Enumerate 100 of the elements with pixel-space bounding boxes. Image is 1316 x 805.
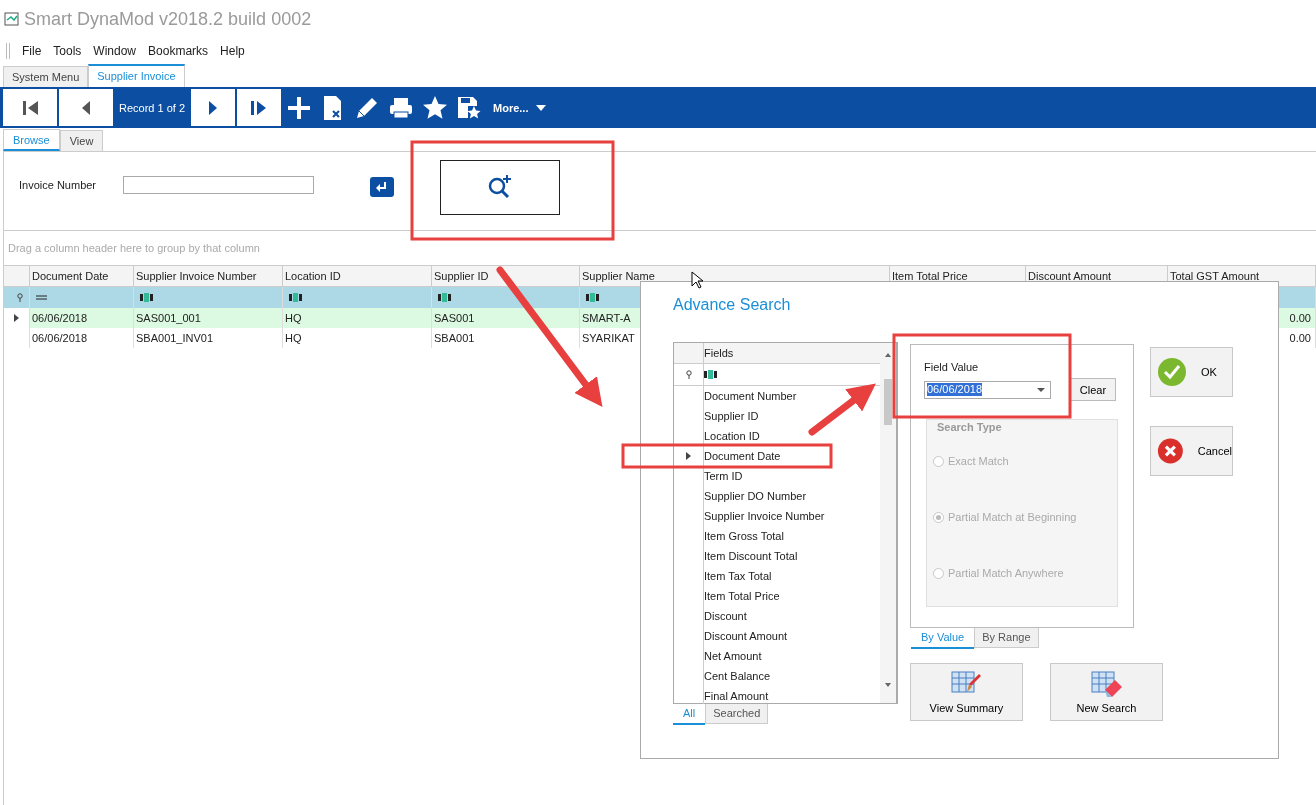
field-row[interactable]: Cent Balance xyxy=(674,666,880,686)
field-row[interactable]: Net Amount xyxy=(674,646,880,666)
table-cell-text: 06/06/2018 xyxy=(32,311,88,326)
field-name: Net Amount xyxy=(704,650,762,662)
field-value-dropdown[interactable]: 06/06/2018 xyxy=(924,380,1051,399)
document-tab[interactable]: System Menu xyxy=(3,66,89,87)
clear-button[interactable]: Clear xyxy=(1070,378,1116,401)
field-row[interactable]: Item Tax Total xyxy=(674,566,880,586)
field-row[interactable]: Location ID xyxy=(674,426,880,446)
field-name: Item Tax Total xyxy=(704,570,772,582)
document-tab[interactable]: Supplier Invoice xyxy=(88,64,185,87)
field-name: Cent Balance xyxy=(704,670,771,682)
window-title: Smart DynaMod v2018.2 build 0002 xyxy=(24,8,312,30)
column-header[interactable]: Location ID xyxy=(283,266,432,286)
radio-label: Partial Match at Beginning xyxy=(948,511,1077,523)
table-cell-text: SAS001_001 xyxy=(136,311,201,326)
app-icon xyxy=(4,11,20,27)
menu-item[interactable]: Help xyxy=(214,44,251,58)
column-header[interactable]: Document Date xyxy=(30,266,134,286)
first-record-button[interactable] xyxy=(3,89,57,126)
text-filter-icon xyxy=(586,293,600,302)
field-name: Supplier ID xyxy=(704,410,759,422)
field-name: Term ID xyxy=(704,470,743,482)
field-name: Supplier DO Number xyxy=(704,490,807,502)
field-name: Discount Amount xyxy=(704,630,788,642)
row-indicator-icon xyxy=(14,314,19,322)
field-row[interactable]: Item Gross Total xyxy=(674,526,880,546)
scrollbar-drawing[interactable] xyxy=(880,343,896,703)
field-name: Document Date xyxy=(704,450,781,462)
record-label: Record 1 of 2 xyxy=(117,101,186,114)
table-cell-text: SBA001_INV01 xyxy=(136,331,214,346)
table-cell-text: SMART-A xyxy=(582,311,631,326)
enter-icon xyxy=(375,181,389,193)
menu-item[interactable]: Window xyxy=(87,44,143,58)
table-cell-text: 0.00 xyxy=(1289,311,1311,326)
invoice-number-field[interactable] xyxy=(123,176,314,194)
text-filter-icon xyxy=(438,293,452,302)
group-label: Search Type xyxy=(936,421,1003,435)
field-row[interactable]: Term ID xyxy=(674,466,880,486)
text-filter-icon xyxy=(704,369,718,379)
mode-tab[interactable]: By Range xyxy=(974,628,1039,648)
table-cell-text: SBA001 xyxy=(434,331,475,346)
dialog-title: Advance Search xyxy=(673,295,792,315)
save-star-icon xyxy=(456,94,482,121)
field-name: Supplier Invoice Number xyxy=(704,510,825,522)
table-eraser-icon xyxy=(1090,670,1123,700)
field-name: Document Number xyxy=(704,390,797,402)
field-row[interactable]: Item Discount Total xyxy=(674,546,880,566)
more-button[interactable]: More... xyxy=(487,101,553,114)
field-row[interactable]: Supplier ID xyxy=(674,406,880,426)
column-header: Fields xyxy=(704,347,734,359)
search-plus-icon xyxy=(486,173,514,201)
table-cell-text: SAS001 xyxy=(434,311,475,326)
field-name: Item Total Price xyxy=(704,590,780,602)
new-search-button[interactable]: New Search xyxy=(1050,663,1163,721)
list-tab[interactable]: All xyxy=(673,704,706,725)
field-row[interactable]: Discount Amount xyxy=(674,626,880,646)
menu-item[interactable]: Bookmarks xyxy=(142,44,215,58)
cancel-button[interactable]: Cancel xyxy=(1150,426,1233,476)
previous-record-button[interactable] xyxy=(59,89,113,126)
table-cell-text: 0.00 xyxy=(1289,331,1311,346)
field-row[interactable]: Document Number xyxy=(674,386,880,406)
field-name: Item Discount Total xyxy=(704,550,798,562)
close-circle-icon xyxy=(1157,436,1184,466)
radio-label: Exact Match xyxy=(948,455,1009,467)
column-header[interactable]: Supplier ID xyxy=(432,266,580,286)
list-tab[interactable]: Searched xyxy=(705,704,769,724)
add-icon xyxy=(286,94,312,121)
column-header[interactable]: Supplier Invoice Number xyxy=(134,266,283,286)
menu-item[interactable]: File xyxy=(16,44,48,58)
view-tab[interactable]: Browse xyxy=(3,129,60,151)
star-icon xyxy=(422,94,448,121)
field-name: Discount xyxy=(704,610,747,622)
caret-icon xyxy=(536,104,547,111)
menu-item[interactable]: Tools xyxy=(47,44,88,58)
pin-icon xyxy=(16,293,23,302)
field-name: Item Gross Total xyxy=(704,530,784,542)
field-row[interactable]: Item Total Price xyxy=(674,586,880,606)
field-row[interactable]: Supplier Invoice Number xyxy=(674,506,880,526)
last-record-button[interactable] xyxy=(237,89,281,126)
radio-label: Partial Match Anywhere xyxy=(948,567,1064,579)
field-row[interactable]: Discount xyxy=(674,606,880,626)
table-cell-text: HQ xyxy=(285,331,302,346)
view-summary-button[interactable]: View Summary xyxy=(910,663,1023,721)
enter-button[interactable] xyxy=(370,177,394,197)
next-record-button[interactable] xyxy=(191,89,235,126)
advanced-search-button[interactable] xyxy=(440,159,560,215)
field-label: Invoice Number xyxy=(19,179,98,191)
equals-icon xyxy=(36,295,47,300)
field-name: Location ID xyxy=(704,430,760,442)
table-cell-text: 06/06/2018 xyxy=(32,331,88,346)
field-row[interactable]: Supplier DO Number xyxy=(674,486,880,506)
field-label: Field Value xyxy=(924,361,980,373)
annotation-arrow xyxy=(808,383,876,436)
pin-icon xyxy=(685,370,692,379)
row-indicator-icon xyxy=(686,452,691,460)
view-tab[interactable]: View xyxy=(59,130,104,151)
ok-button[interactable]: OK xyxy=(1150,347,1233,397)
table-cell-text: SYARIKAT xyxy=(582,331,635,346)
text-filter-icon xyxy=(289,293,303,302)
